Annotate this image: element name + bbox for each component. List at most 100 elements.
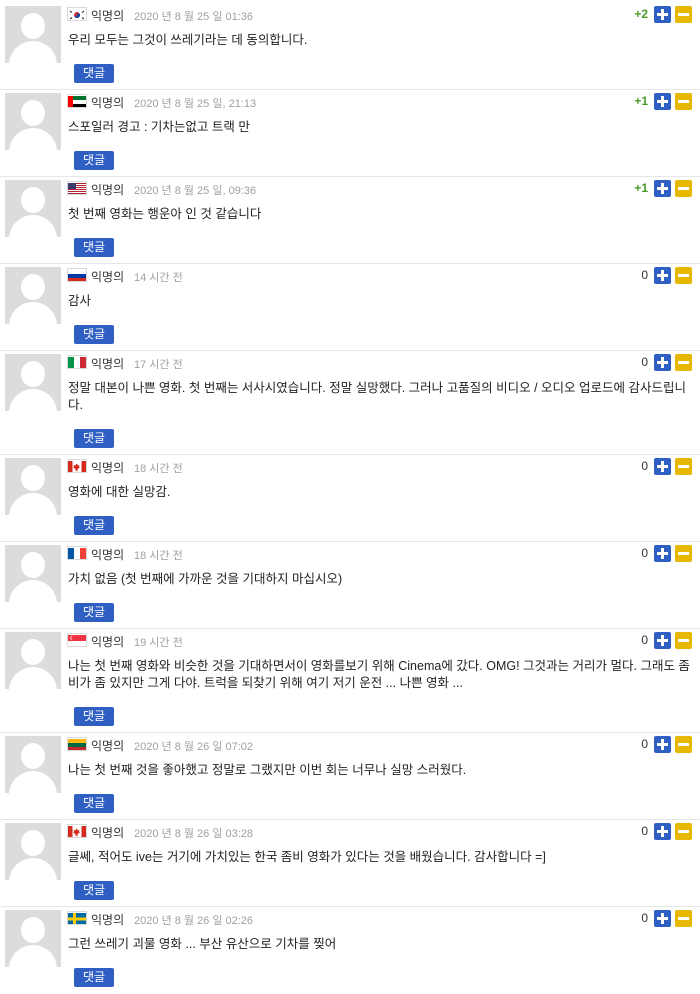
comment-author[interactable]: 익명의: [91, 911, 124, 928]
downvote-minus-icon[interactable]: [675, 267, 692, 284]
downvote-minus-icon[interactable]: [675, 736, 692, 753]
comment-author[interactable]: 익명의: [91, 633, 124, 650]
avatar[interactable]: [5, 354, 61, 411]
downvote-minus-icon[interactable]: [675, 545, 692, 562]
reply-button[interactable]: 댓글: [74, 151, 114, 170]
comment-text: 우리 모두는 그것이 쓰레기라는 데 동의합니다.: [68, 33, 308, 47]
vote-score: 0: [641, 737, 648, 751]
comment-text: 가치 없음 (첫 번째에 가까운 것을 기대하지 마십시오): [68, 572, 343, 586]
upvote-plus-icon[interactable]: [654, 458, 671, 475]
comment-author[interactable]: 익명의: [91, 824, 124, 841]
upvote-plus-icon[interactable]: [654, 93, 671, 110]
country-flag-icon: [68, 460, 86, 472]
country-flag-icon: [68, 547, 86, 559]
downvote-minus-icon[interactable]: [675, 823, 692, 840]
vote-score: 0: [641, 911, 648, 925]
comment-text: 글쎄, 적어도 ive는 거기에 가치있는 한국 좀비 영화가 있다는 것을 배…: [68, 850, 546, 864]
vote-score: 0: [641, 355, 648, 369]
comment-text: 감사: [68, 294, 92, 308]
upvote-plus-icon[interactable]: [654, 6, 671, 23]
comment-text: 스포일러 경고 : 기차는없고 트랙 만: [68, 120, 250, 134]
comment-date: 2020 년 8 월 26 일 02:26: [134, 915, 254, 927]
downvote-minus-icon[interactable]: [675, 180, 692, 197]
avatar[interactable]: [5, 93, 61, 150]
reply-button[interactable]: 댓글: [74, 881, 114, 900]
avatar[interactable]: [5, 267, 61, 324]
comment-text: 정말 대본이 나쁜 영화. 첫 번째는 서사시였습니다. 정말 실망했다. 그러…: [68, 381, 686, 412]
country-flag-icon: [68, 356, 86, 368]
reply-button[interactable]: 댓글: [74, 325, 114, 344]
vote-score: +2: [634, 7, 648, 21]
reply-button[interactable]: 댓글: [74, 64, 114, 83]
comment-date: 2020 년 8 월 25 일, 09:36: [134, 185, 257, 197]
upvote-plus-icon[interactable]: [654, 545, 671, 562]
country-flag-icon: [68, 182, 86, 194]
comment-date: 2020 년 8 월 26 일 07:02: [134, 741, 254, 753]
comment-author[interactable]: 익명의: [91, 94, 124, 111]
reply-button[interactable]: 댓글: [74, 429, 114, 448]
upvote-plus-icon[interactable]: [654, 736, 671, 753]
comment-author[interactable]: 익명의: [91, 7, 124, 24]
upvote-plus-icon[interactable]: [654, 354, 671, 371]
downvote-minus-icon[interactable]: [675, 6, 692, 23]
comment-text: 나는 첫 번째 것을 좋아했고 정말로 그랬지만 이번 회는 너무나 실망 스러…: [68, 763, 467, 777]
comment-date: 17 시간 전: [134, 359, 183, 371]
country-flag-icon: [68, 738, 86, 750]
upvote-plus-icon[interactable]: [654, 910, 671, 927]
downvote-minus-icon[interactable]: [675, 354, 692, 371]
avatar[interactable]: [5, 823, 61, 880]
avatar[interactable]: [5, 180, 61, 237]
reply-button[interactable]: 댓글: [74, 968, 114, 987]
country-flag-icon: [68, 912, 86, 924]
comment-date: 19 시간 전: [134, 637, 183, 649]
comment-text: 첫 번째 영화는 행운아 인 것 같습니다: [68, 207, 262, 221]
comment-author[interactable]: 익명의: [91, 268, 124, 285]
reply-button[interactable]: 댓글: [74, 238, 114, 257]
avatar[interactable]: [5, 6, 61, 63]
reply-button[interactable]: 댓글: [74, 794, 114, 813]
vote-score: 0: [641, 459, 648, 473]
comment-date: 14 시간 전: [134, 272, 183, 284]
downvote-minus-icon[interactable]: [675, 93, 692, 110]
vote-score: 0: [641, 268, 648, 282]
comment-list: 익명의 2020 년 8 월 25 일 01:36 +2 우리 모두는 그것이 쓰레기…: [0, 0, 700, 994]
country-flag-icon: [68, 269, 86, 281]
vote-score: +1: [634, 181, 648, 195]
comment-author[interactable]: 익명의: [91, 181, 124, 198]
downvote-minus-icon[interactable]: [675, 910, 692, 927]
downvote-minus-icon[interactable]: [675, 458, 692, 475]
avatar[interactable]: [5, 910, 61, 967]
vote-score: 0: [641, 546, 648, 560]
avatar[interactable]: [5, 458, 61, 515]
comment-author[interactable]: 익명의: [91, 355, 124, 372]
avatar[interactable]: [5, 736, 61, 793]
vote-score: 0: [641, 633, 648, 647]
avatar[interactable]: [5, 545, 61, 602]
downvote-minus-icon[interactable]: [675, 632, 692, 649]
country-flag-icon: [68, 95, 86, 107]
comment-text: 영화에 대한 실망감.: [68, 485, 171, 499]
comment-author[interactable]: 익명의: [91, 737, 124, 754]
comment-date: 2020 년 8 월 25 일, 21:13: [134, 98, 257, 110]
comment-author[interactable]: 익명의: [91, 459, 124, 476]
upvote-plus-icon[interactable]: [654, 823, 671, 840]
reply-button[interactable]: 댓글: [74, 707, 114, 726]
comment-text: 나는 첫 번째 영화와 비슷한 것을 기대하면서이 영화를보기 위해 Cinem…: [68, 659, 690, 690]
country-flag-icon: [68, 825, 86, 837]
comment-date: 18 시간 전: [134, 463, 183, 475]
vote-score: 0: [641, 824, 648, 838]
country-flag-icon: [68, 634, 86, 646]
comment-date: 2020 년 8 월 25 일 01:36: [134, 11, 254, 23]
country-flag-icon: [68, 8, 86, 20]
avatar[interactable]: [5, 632, 61, 689]
upvote-plus-icon[interactable]: [654, 632, 671, 649]
reply-button[interactable]: 댓글: [74, 603, 114, 622]
comment-date: 18 시간 전: [134, 550, 183, 562]
vote-score: +1: [634, 94, 648, 108]
comment-date: 2020 년 8 월 26 일 03:28: [134, 828, 254, 840]
reply-button[interactable]: 댓글: [74, 516, 114, 535]
upvote-plus-icon[interactable]: [654, 180, 671, 197]
comment-author[interactable]: 익명의: [91, 546, 124, 563]
upvote-plus-icon[interactable]: [654, 267, 671, 284]
comment-text: 그런 쓰레기 괴물 영화 ... 부산 유산으로 기차를 찢어: [68, 937, 337, 951]
